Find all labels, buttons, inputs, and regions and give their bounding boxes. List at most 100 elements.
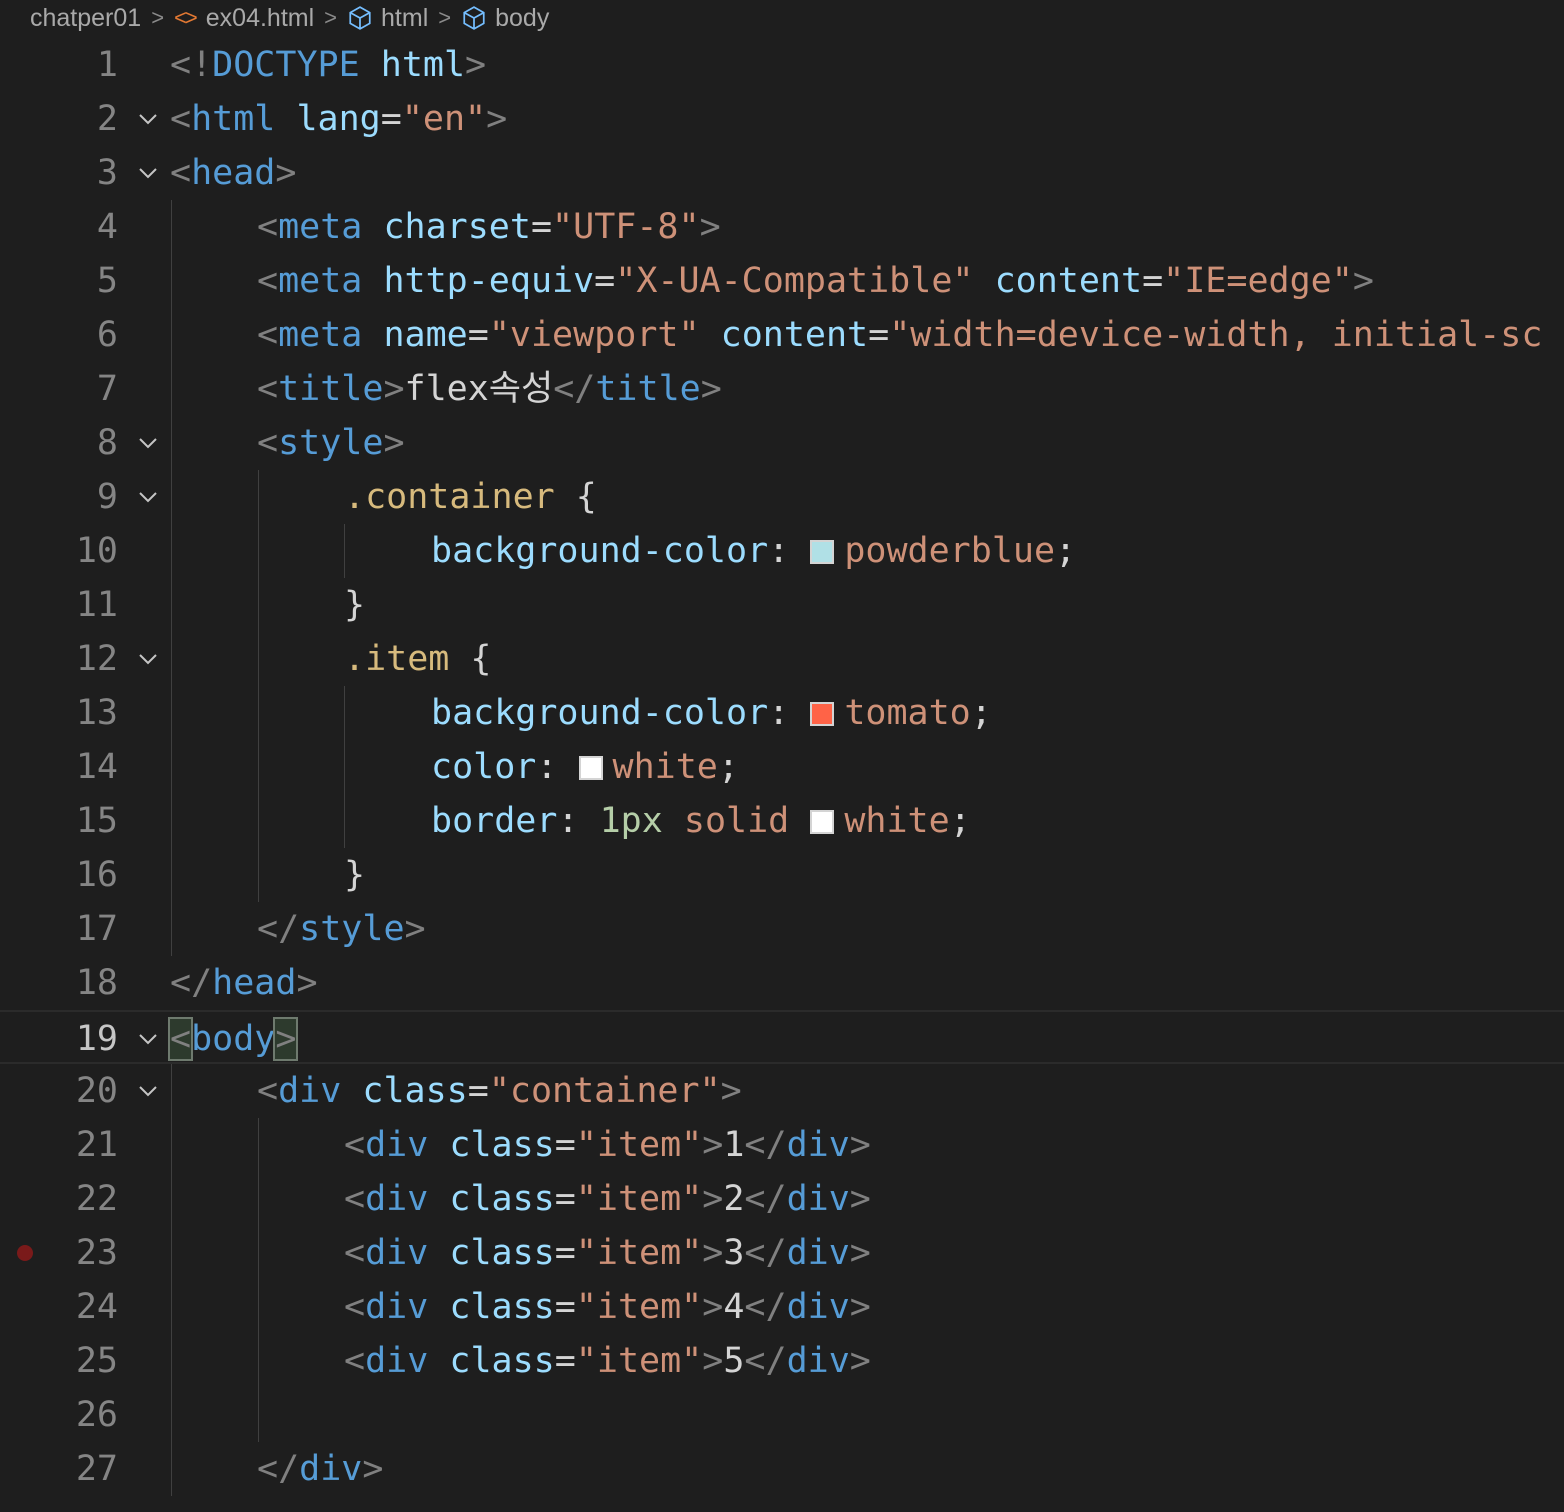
line-number[interactable]: 1 — [0, 38, 118, 92]
fold-chevron-down-icon[interactable] — [136, 416, 160, 470]
line-number[interactable]: 3 — [0, 146, 118, 200]
code-line[interactable]: 21 <div class="item">1</div> — [0, 1118, 1564, 1172]
breadcrumb-symbol-html[interactable]: html — [347, 4, 428, 33]
code-text[interactable]: <style> — [257, 416, 405, 470]
code-text[interactable]: <div class="item">4</div> — [344, 1280, 871, 1334]
code-line[interactable]: 7 <title>flex속성</title> — [0, 362, 1564, 416]
color-swatch[interactable] — [810, 702, 835, 726]
code-text[interactable]: .item { — [344, 632, 492, 686]
line-number[interactable]: 17 — [0, 902, 118, 956]
code-line[interactable]: 2 <html lang="en"> — [0, 92, 1564, 146]
line-number[interactable]: 26 — [0, 1388, 118, 1442]
code-text[interactable]: color: white; — [431, 740, 739, 794]
breadcrumb-folder[interactable]: chatper01 — [30, 4, 141, 33]
color-swatch[interactable] — [810, 540, 835, 564]
fold-chevron-down-icon[interactable] — [136, 1012, 160, 1066]
fold-chevron-down-icon[interactable] — [136, 92, 160, 146]
code-text[interactable]: <meta name="viewport" content="width=dev… — [257, 308, 1542, 362]
code-text[interactable]: } — [344, 578, 365, 632]
code-text[interactable]: <meta http-equiv="X-UA-Compatible" conte… — [257, 254, 1374, 308]
line-number[interactable]: 18 — [0, 956, 118, 1010]
code-line[interactable]: 16} — [0, 848, 1564, 902]
code-line[interactable]: 11} — [0, 578, 1564, 632]
breadcrumb-symbol-body[interactable]: body — [461, 4, 549, 33]
code-line[interactable]: 18 </head> — [0, 956, 1564, 1010]
code-line[interactable]: 15 border: 1px solid white; — [0, 794, 1564, 848]
line-number[interactable]: 2 — [0, 92, 118, 146]
line-number[interactable]: 12 — [0, 632, 118, 686]
code-text[interactable]: .container { — [344, 470, 597, 524]
code-line[interactable]: 6 <meta name="viewport" content="width=de… — [0, 308, 1564, 362]
code-line[interactable]: 22 <div class="item">2</div> — [0, 1172, 1564, 1226]
line-number[interactable]: 20 — [0, 1064, 118, 1118]
line-number[interactable]: 16 — [0, 848, 118, 902]
line-number[interactable]: 27 — [0, 1442, 118, 1496]
code-line[interactable]: 26 — [0, 1388, 1564, 1442]
line-number[interactable]: 25 — [0, 1334, 118, 1388]
code-text[interactable]: background-color: tomato; — [431, 686, 992, 740]
code-line[interactable]: 4 <meta charset="UTF-8"> — [0, 200, 1564, 254]
line-number[interactable]: 9 — [0, 470, 118, 524]
color-swatch[interactable] — [578, 756, 603, 780]
line-number[interactable]: 22 — [0, 1172, 118, 1226]
code-line[interactable]: 24 <div class="item">4</div> — [0, 1280, 1564, 1334]
code-text[interactable]: <div class="item">5</div> — [344, 1334, 871, 1388]
line-number[interactable]: 24 — [0, 1280, 118, 1334]
code-line[interactable]: 25 <div class="item">5</div> — [0, 1334, 1564, 1388]
line-number[interactable]: 15 — [0, 794, 118, 848]
code-text[interactable]: <html lang="en"> — [170, 92, 507, 146]
code-text[interactable]: </head> — [170, 956, 318, 1010]
code-text[interactable]: <div class="container"> — [257, 1064, 742, 1118]
fold-chevron-down-icon[interactable] — [136, 632, 160, 686]
code-text[interactable]: </style> — [257, 902, 426, 956]
code-line[interactable]: 12 .item { — [0, 632, 1564, 686]
code-text[interactable]: </div> — [257, 1442, 383, 1496]
code-line[interactable]: 23 <div class="item">3</div> — [0, 1226, 1564, 1280]
line-number[interactable]: 10 — [0, 524, 118, 578]
line-number[interactable]: 13 — [0, 686, 118, 740]
code-text[interactable]: <title>flex속성</title> — [257, 362, 722, 416]
fold-chevron-down-icon[interactable] — [136, 1064, 160, 1118]
code-line[interactable]: 27 </div> — [0, 1442, 1564, 1496]
line-number[interactable]: 4 — [0, 200, 118, 254]
code-line[interactable]: 14 color: white; — [0, 740, 1564, 794]
code-text[interactable]: <div class="item">1</div> — [344, 1118, 871, 1172]
code-line[interactable]: 17 </style> — [0, 902, 1564, 956]
line-number[interactable]: 7 — [0, 362, 118, 416]
code-line[interactable]: 20 <div class="container"> — [0, 1064, 1564, 1118]
code-line[interactable]: 10 background-color: powderblue; — [0, 524, 1564, 578]
code-line[interactable]: 1 <!DOCTYPE html> — [0, 38, 1564, 92]
code-text[interactable]: background-color: powderblue; — [431, 524, 1076, 578]
code-text[interactable]: <head> — [170, 146, 296, 200]
code-line[interactable]: 5 <meta http-equiv="X-UA-Compatible" cont… — [0, 254, 1564, 308]
code-text[interactable]: <body> — [167, 1012, 299, 1066]
code-text[interactable]: <meta charset="UTF-8"> — [257, 200, 721, 254]
line-number[interactable]: 11 — [0, 578, 118, 632]
line-number[interactable]: 14 — [0, 740, 118, 794]
line-number[interactable]: 5 — [0, 254, 118, 308]
code-line[interactable]: 3 <head> — [0, 146, 1564, 200]
breakpoint-icon[interactable] — [17, 1245, 33, 1261]
code-editor[interactable]: chatper01 > <> ex04.html > html > body 1… — [0, 0, 1564, 1512]
code-area[interactable]: 1 <!DOCTYPE html> 2 <html lang="en"> 3 <head>… — [0, 38, 1564, 1512]
code-text[interactable]: <div class="item">2</div> — [344, 1172, 871, 1226]
fold-chevron-down-icon[interactable] — [136, 146, 160, 200]
code-line[interactable]: 8 <style> — [0, 416, 1564, 470]
fold-chevron-down-icon[interactable] — [136, 470, 160, 524]
breadcrumb-file[interactable]: <> ex04.html — [174, 4, 314, 33]
line-number[interactable]: 8 — [0, 416, 118, 470]
code-line[interactable]: 19 <body> — [0, 1010, 1564, 1064]
code-text[interactable]: } — [344, 848, 365, 902]
code-text[interactable]: <div class="item">3</div> — [344, 1226, 871, 1280]
code-line[interactable]: 9 .container { — [0, 470, 1564, 524]
code-token: </ — [257, 909, 300, 949]
line-number[interactable]: 21 — [0, 1118, 118, 1172]
code-line[interactable]: 13 background-color: tomato; — [0, 686, 1564, 740]
line-number[interactable]: 19 — [0, 1012, 118, 1066]
code-text[interactable]: border: 1px solid white; — [431, 794, 971, 848]
color-swatch[interactable] — [810, 810, 835, 834]
code-token: ; — [949, 801, 971, 841]
code-token: { — [449, 639, 492, 679]
line-number[interactable]: 6 — [0, 308, 118, 362]
code-text[interactable]: <!DOCTYPE html> — [170, 38, 486, 92]
